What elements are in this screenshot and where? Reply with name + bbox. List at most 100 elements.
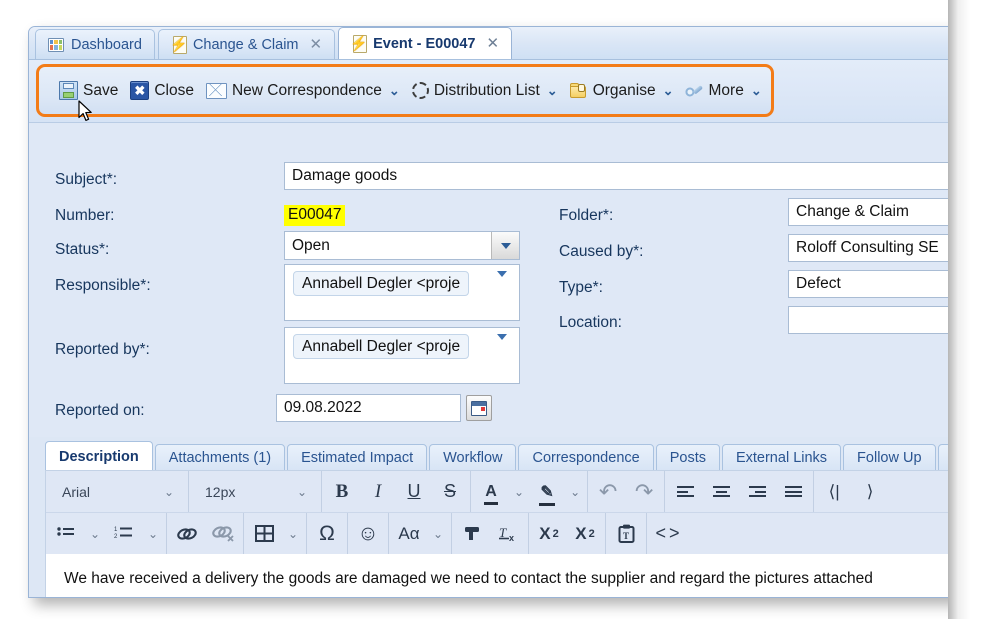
subject-input[interactable]: Damage goods xyxy=(284,162,1004,190)
remove-link-icon[interactable] xyxy=(205,514,241,553)
tab-description[interactable]: Description xyxy=(45,441,153,472)
chevron-down-icon[interactable]: ⌄ xyxy=(164,485,174,499)
chevron-down-icon[interactable]: ⌄ xyxy=(663,83,674,99)
redo-icon[interactable]: ↷ xyxy=(626,472,662,511)
underline-icon[interactable]: U xyxy=(396,472,432,511)
wrench-icon xyxy=(682,79,706,103)
align-right-icon[interactable] xyxy=(739,472,775,511)
format-painter-icon[interactable] xyxy=(454,514,490,553)
bulleted-list-chevron-down-icon[interactable]: ⌄ xyxy=(84,514,106,553)
tab-label: Attachments (1) xyxy=(169,450,271,466)
distribution-circle-icon xyxy=(412,82,429,99)
organise-button[interactable]: Organise ⌄ xyxy=(564,76,680,106)
distribution-list-button[interactable]: Distribution List ⌄ xyxy=(406,76,564,106)
alignment-group xyxy=(665,471,814,512)
description-body[interactable]: We have received a delivery the goods ar… xyxy=(46,554,1006,597)
bulleted-list-icon[interactable] xyxy=(48,514,84,553)
save-button-label: Save xyxy=(83,82,118,100)
insert-table-chevron-down-icon[interactable]: ⌄ xyxy=(282,514,304,553)
numbered-list-chevron-down-icon[interactable]: ⌄ xyxy=(142,514,164,553)
chevron-down-icon[interactable]: ⌄ xyxy=(297,485,307,499)
tab-label: Estimated Impact xyxy=(301,450,413,466)
superscript-icon[interactable]: X2 xyxy=(567,514,603,553)
window-tab-dashboard[interactable]: Dashboard xyxy=(35,29,155,59)
window-tab-change-and-claim[interactable]: ⚡ Change & Claim ✕ xyxy=(158,29,335,59)
paste-as-text-icon[interactable]: T xyxy=(608,514,644,553)
tab-correspondence[interactable]: Correspondence xyxy=(518,444,653,472)
chevron-down-icon[interactable]: ⌄ xyxy=(389,83,400,99)
italic-icon[interactable]: I xyxy=(360,472,396,511)
new-correspondence-button[interactable]: New Correspondence ⌄ xyxy=(200,76,406,106)
responsible-multiselect[interactable]: Annabell Degler <proje xyxy=(284,264,520,321)
reported-by-multiselect[interactable]: Annabell Degler <proje xyxy=(284,327,520,384)
indent-icon[interactable]: ⟩ xyxy=(852,472,888,511)
reported-by-token[interactable]: Annabell Degler <proje xyxy=(293,334,469,359)
organise-label: Organise xyxy=(593,82,656,100)
status-select-chevron[interactable] xyxy=(491,232,519,259)
reported-by-label: Reported by*: xyxy=(55,341,150,359)
date-picker-button[interactable] xyxy=(466,395,492,421)
event-page-icon: ⚡ xyxy=(171,36,186,53)
align-justify-icon[interactable] xyxy=(775,472,811,511)
subscript-icon[interactable]: X2 xyxy=(531,514,567,553)
tab-workflow[interactable]: Workflow xyxy=(429,444,516,472)
font-family-select[interactable]: Arial ⌄ xyxy=(48,472,186,511)
insert-table-icon[interactable] xyxy=(246,514,282,553)
more-button[interactable]: More ⌄ xyxy=(680,76,768,106)
status-select[interactable]: Open xyxy=(284,231,520,260)
close-button[interactable]: ✖ Close xyxy=(124,76,200,106)
save-button[interactable]: Save xyxy=(53,76,124,106)
svg-text:x: x xyxy=(509,533,514,543)
undo-icon[interactable]: ↶ xyxy=(590,472,626,511)
text-case-icon[interactable]: Aα xyxy=(391,514,427,553)
status-value: Open xyxy=(292,237,330,255)
numbered-list-icon[interactable]: 12 xyxy=(106,514,142,553)
tab-posts[interactable]: Posts xyxy=(656,444,720,472)
tab-label: Correspondence xyxy=(532,450,639,466)
distribution-list-label: Distribution List xyxy=(434,82,540,100)
reported-by-chevron-down-icon[interactable] xyxy=(497,340,507,358)
remove-format-icon[interactable]: Tx xyxy=(490,514,526,553)
more-label: More xyxy=(709,82,744,100)
special-character-icon[interactable]: Ω xyxy=(309,514,345,553)
align-center-icon[interactable] xyxy=(703,472,739,511)
text-style-group: B I U S xyxy=(322,471,471,512)
caused-by-label: Caused by*: xyxy=(559,243,643,261)
text-color-chevron-down-icon[interactable]: ⌄ xyxy=(509,472,529,511)
window-tab-close-icon[interactable]: ✕ xyxy=(310,37,323,52)
strikethrough-icon[interactable]: S xyxy=(432,472,468,511)
font-size-value: 12px xyxy=(205,484,235,500)
svg-text:2: 2 xyxy=(114,534,118,540)
insert-link-icon[interactable] xyxy=(169,514,205,553)
emoji-icon[interactable]: ☺ xyxy=(350,514,386,553)
outdent-icon[interactable]: ⟨| xyxy=(816,472,852,511)
type-label: Type*: xyxy=(559,279,603,297)
tab-estimated-impact[interactable]: Estimated Impact xyxy=(287,444,427,472)
tab-follow-up[interactable]: Follow Up xyxy=(843,444,935,472)
save-disk-icon xyxy=(59,81,78,100)
number-label: Number: xyxy=(55,207,114,225)
chevron-down-icon[interactable]: ⌄ xyxy=(751,83,762,99)
highlight-color-icon[interactable]: ✎ xyxy=(529,472,565,511)
color-group: A ⌄ ✎ ⌄ xyxy=(471,471,588,512)
tab-external-links[interactable]: External Links xyxy=(722,444,841,472)
tab-attachments[interactable]: Attachments (1) xyxy=(155,444,285,472)
table-group: ⌄ xyxy=(244,513,307,554)
source-code-icon[interactable]: < > xyxy=(649,514,685,553)
reported-on-input[interactable]: 09.08.2022 xyxy=(276,394,461,422)
responsible-chevron-down-icon[interactable] xyxy=(497,277,507,295)
font-size-select[interactable]: 12px ⌄ xyxy=(191,472,319,511)
chevron-down-icon[interactable]: ⌄ xyxy=(547,83,558,99)
text-color-icon[interactable]: A xyxy=(473,472,509,511)
window-tab-event-e00047[interactable]: ⚡ Event - E00047 ✕ xyxy=(338,27,512,59)
text-case-chevron-down-icon[interactable]: ⌄ xyxy=(427,514,449,553)
tab-label: Description xyxy=(59,449,139,465)
align-left-icon[interactable] xyxy=(667,472,703,511)
responsible-label: Responsible*: xyxy=(55,277,151,295)
close-x-icon: ✖ xyxy=(130,81,149,100)
bold-icon[interactable]: B xyxy=(324,472,360,511)
window-tab-close-icon[interactable]: ✕ xyxy=(486,36,499,51)
new-correspondence-label: New Correspondence xyxy=(232,82,382,100)
highlight-color-chevron-down-icon[interactable]: ⌄ xyxy=(565,472,585,511)
responsible-token[interactable]: Annabell Degler <proje xyxy=(293,271,469,296)
